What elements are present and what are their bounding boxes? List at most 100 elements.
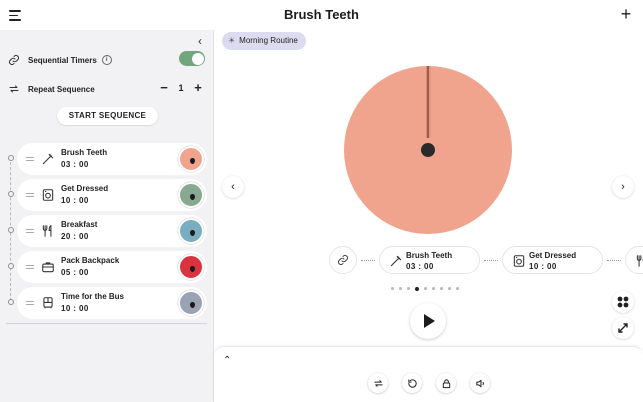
dial-hand bbox=[425, 66, 431, 138]
sun-icon: ☀ bbox=[228, 36, 236, 45]
repeat-stepper: − 1 + bbox=[157, 81, 205, 95]
timeline-dot bbox=[7, 263, 14, 269]
sequential-timers-row: Sequential Timers i bbox=[8, 50, 205, 70]
drag-handle-icon[interactable] bbox=[26, 229, 34, 233]
utensils-icon bbox=[636, 255, 643, 267]
timer-name: Pack Backpack bbox=[61, 256, 120, 265]
page-dot-active[interactable] bbox=[415, 286, 419, 291]
timer-duration: 03 : 00 bbox=[61, 160, 89, 169]
page-dot[interactable] bbox=[448, 287, 451, 290]
page-indicator bbox=[391, 286, 459, 291]
timer-color-swatch[interactable] bbox=[178, 290, 204, 316]
link-icon bbox=[338, 255, 348, 265]
page-dot[interactable] bbox=[399, 287, 402, 290]
sidebar-divider bbox=[6, 323, 207, 324]
page-dot[interactable] bbox=[407, 287, 410, 290]
decrement-button[interactable]: − bbox=[157, 81, 171, 95]
timer-item-breakfast[interactable]: Breakfast 20 : 00 bbox=[17, 215, 207, 247]
timer-name: Time for the Bus bbox=[61, 292, 124, 301]
drag-handle-icon[interactable] bbox=[26, 301, 34, 305]
toothbrush-icon bbox=[390, 255, 402, 267]
grid-view-button[interactable] bbox=[612, 291, 634, 313]
link-icon bbox=[9, 55, 19, 65]
speaker-icon bbox=[475, 379, 484, 387]
repeat-button[interactable] bbox=[368, 373, 388, 393]
repeat-sequence-label: Repeat Sequence bbox=[28, 84, 95, 94]
utensils-icon bbox=[42, 224, 52, 237]
timer-item-get-dressed[interactable]: Get Dressed 10 : 00 bbox=[17, 179, 207, 211]
drag-handle-icon[interactable] bbox=[26, 265, 34, 269]
timer-item-pack-backpack[interactable]: Pack Backpack 05 : 00 bbox=[17, 251, 207, 283]
page-dot[interactable] bbox=[456, 287, 459, 290]
timer-duration: 20 : 00 bbox=[61, 232, 89, 241]
timer-name: Brush Teeth bbox=[61, 148, 108, 157]
page-dot[interactable] bbox=[432, 287, 435, 290]
repeat-icon bbox=[9, 85, 19, 93]
bottom-toolbar: ⌃ bbox=[214, 346, 643, 402]
lock-button[interactable] bbox=[436, 373, 456, 393]
previous-timer-button[interactable]: ‹ bbox=[222, 176, 244, 198]
bus-icon bbox=[43, 297, 53, 309]
toothbrush-icon bbox=[42, 153, 54, 165]
timer-name: Breakfast bbox=[61, 220, 98, 229]
strip-card-get-dressed[interactable]: Get Dressed 10 : 00 bbox=[502, 246, 603, 274]
timer-strip: Brush Teeth 03 : 00 Get Dressed 10 : 00 bbox=[328, 246, 643, 276]
repeat-sequence-row: Repeat Sequence − 1 + bbox=[8, 79, 205, 99]
timer-duration: 10 : 00 bbox=[61, 196, 89, 205]
link-button[interactable] bbox=[329, 246, 357, 274]
timer-color-swatch[interactable] bbox=[178, 218, 204, 244]
strip-card-duration: 03 : 00 bbox=[406, 262, 434, 271]
chevron-up-icon[interactable]: ⌃ bbox=[223, 355, 231, 366]
timeline-dot bbox=[7, 155, 14, 161]
timer-color-swatch[interactable] bbox=[178, 182, 204, 208]
grid-dots-icon bbox=[617, 296, 629, 308]
expand-icon bbox=[618, 323, 628, 333]
page-title: Brush Teeth bbox=[284, 7, 359, 22]
timeline-dot bbox=[7, 227, 14, 233]
connector-dots bbox=[484, 260, 498, 261]
timeline-dot bbox=[7, 299, 14, 305]
drag-handle-icon[interactable] bbox=[26, 157, 34, 161]
routine-chip-label: Morning Routine bbox=[239, 36, 298, 45]
page-dot[interactable] bbox=[440, 287, 443, 290]
collapse-sidebar-icon[interactable]: ‹ bbox=[193, 34, 207, 48]
sound-button[interactable] bbox=[470, 373, 490, 393]
repeat-icon bbox=[373, 379, 383, 387]
top-bar: Brush Teeth + bbox=[0, 0, 643, 30]
connector-dots bbox=[607, 260, 621, 261]
timer-duration: 05 : 00 bbox=[61, 268, 89, 277]
sequential-timers-toggle[interactable] bbox=[179, 51, 205, 66]
timer-name: Get Dressed bbox=[61, 184, 109, 193]
timer-duration: 10 : 00 bbox=[61, 304, 89, 313]
connector-dots bbox=[361, 260, 375, 261]
fullscreen-button[interactable] bbox=[612, 317, 634, 339]
washing-machine-icon bbox=[42, 189, 54, 201]
drag-handle-icon[interactable] bbox=[26, 193, 34, 197]
add-timer-icon[interactable]: + bbox=[617, 5, 635, 23]
strip-card-name: Brush Teeth bbox=[406, 251, 453, 260]
reset-button[interactable] bbox=[402, 373, 422, 393]
washing-machine-icon bbox=[513, 255, 525, 267]
strip-card-brush-teeth[interactable]: Brush Teeth 03 : 00 bbox=[379, 246, 480, 274]
strip-card-duration: 10 : 00 bbox=[529, 262, 557, 271]
sidebar: ‹ Sequential Timers i Repeat Sequence − … bbox=[0, 30, 214, 402]
timer-dial[interactable] bbox=[344, 66, 512, 234]
page-dot[interactable] bbox=[424, 287, 427, 290]
timer-item-time-for-the-bus[interactable]: Time for the Bus 10 : 00 bbox=[17, 287, 207, 319]
play-button[interactable] bbox=[410, 303, 446, 339]
start-sequence-button[interactable]: START SEQUENCE bbox=[57, 107, 158, 125]
timer-color-swatch[interactable] bbox=[178, 254, 204, 280]
strip-card-breakfast[interactable] bbox=[625, 246, 643, 274]
reset-icon bbox=[407, 378, 417, 388]
page-dot[interactable] bbox=[391, 287, 394, 290]
routine-chip[interactable]: ☀ Morning Routine bbox=[222, 32, 306, 50]
info-icon[interactable]: i bbox=[101, 55, 112, 65]
timer-color-swatch[interactable] bbox=[178, 146, 204, 172]
timer-item-brush-teeth[interactable]: Brush Teeth 03 : 00 bbox=[17, 143, 207, 175]
next-timer-button[interactable]: › bbox=[612, 176, 634, 198]
sequential-timers-label: Sequential Timers bbox=[28, 55, 97, 65]
repeat-count: 1 bbox=[178, 83, 184, 93]
increment-button[interactable]: + bbox=[191, 81, 205, 95]
dial-hub bbox=[421, 143, 435, 157]
timeline-dot bbox=[7, 191, 14, 197]
